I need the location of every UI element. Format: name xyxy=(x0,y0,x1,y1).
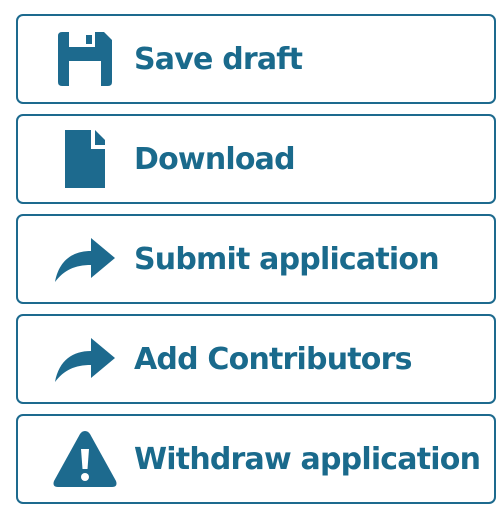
download-button[interactable]: Download xyxy=(16,114,496,204)
share-arrow-icon xyxy=(52,326,118,392)
document-icon xyxy=(52,126,118,192)
save-icon xyxy=(52,26,118,92)
submit-application-label: Submit application xyxy=(134,241,440,277)
warning-icon xyxy=(52,426,118,492)
action-list: Save draft Download Submit application A… xyxy=(16,14,496,514)
download-label: Download xyxy=(134,141,296,177)
save-draft-label: Save draft xyxy=(134,41,303,77)
add-contributors-label: Add Contributors xyxy=(134,341,412,377)
submit-application-button[interactable]: Submit application xyxy=(16,214,496,304)
withdraw-application-label: Withdraw application xyxy=(134,441,481,477)
save-draft-button[interactable]: Save draft xyxy=(16,14,496,104)
share-arrow-icon xyxy=(52,226,118,292)
withdraw-application-button[interactable]: Withdraw application xyxy=(16,414,496,504)
add-contributors-button[interactable]: Add Contributors xyxy=(16,314,496,404)
